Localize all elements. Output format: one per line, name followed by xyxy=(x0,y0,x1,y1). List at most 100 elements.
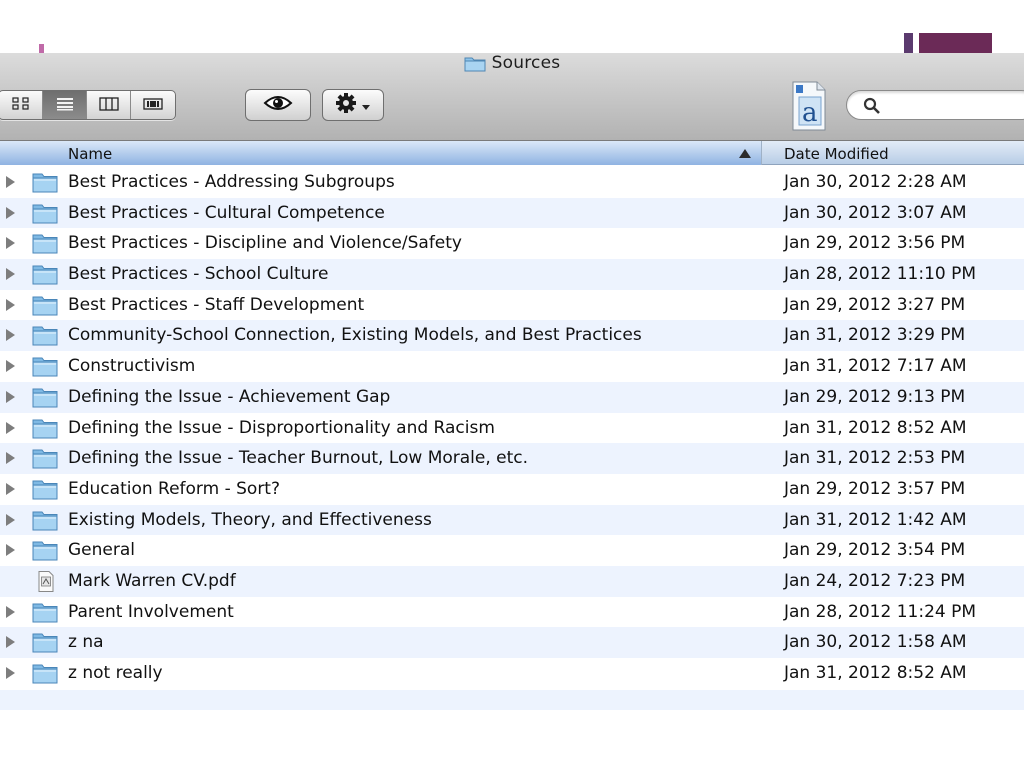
slide-accent-bar xyxy=(919,33,992,53)
file-name[interactable]: Best Practices - Staff Development xyxy=(68,295,364,315)
disclosure-triangle-icon[interactable] xyxy=(6,482,15,495)
file-date-modified: Jan 31, 2012 2:53 PM xyxy=(784,448,966,469)
disclosure-triangle-icon[interactable] xyxy=(6,237,15,250)
file-name[interactable]: z not really xyxy=(68,663,163,683)
action-menu-button[interactable] xyxy=(322,89,384,121)
file-row[interactable]: Constructivism Jan 31, 2012 7:17 AM xyxy=(0,351,1024,382)
file-date-modified: Jan 30, 2012 1:58 AM xyxy=(784,632,967,653)
file-date-modified: Jan 24, 2012 7:23 PM xyxy=(784,570,966,591)
file-row[interactable]: Parent Involvement Jan 28, 2012 11:24 PM xyxy=(0,596,1024,628)
file-date-modified: Jan 28, 2012 11:10 PM xyxy=(784,264,977,285)
folder-icon xyxy=(32,510,58,531)
disclosure-triangle-icon[interactable] xyxy=(6,176,15,188)
file-date-modified: Jan 29, 2012 9:13 PM xyxy=(784,386,966,407)
file-row[interactable]: Best Practices - School Culture Jan 28, 2… xyxy=(0,259,1024,290)
gear-icon xyxy=(335,92,357,118)
slide-plus-mark xyxy=(39,44,44,53)
coverflow-view-button[interactable] xyxy=(131,91,175,119)
file-row[interactable]: General Jan 29, 2012 3:54 PM xyxy=(0,535,1024,566)
file-date-modified: Jan 31, 2012 8:52 AM xyxy=(784,417,967,438)
file-row[interactable]: Best Practices - Addressing Subgroups Jan… xyxy=(0,167,1024,198)
file-date-modified: Jan 29, 2012 3:54 PM xyxy=(784,540,966,561)
file-name[interactable]: Defining the Issue - Achievement Gap xyxy=(68,387,390,407)
search-input[interactable] xyxy=(887,95,1017,115)
columns-icon xyxy=(98,96,119,115)
file-row[interactable]: Community-School Connection, Existing Mo… xyxy=(0,320,1024,352)
file-name[interactable]: Existing Models, Theory, and Effectivene… xyxy=(68,510,432,530)
file-name[interactable]: Constructivism xyxy=(68,356,195,376)
dictionary-icon[interactable]: a xyxy=(789,80,829,132)
file-date-modified: Jan 31, 2012 3:29 PM xyxy=(784,325,966,346)
column-view-button[interactable] xyxy=(87,91,131,119)
disclosure-triangle-icon[interactable] xyxy=(6,390,15,403)
list-view-button[interactable] xyxy=(43,91,87,119)
eye-icon xyxy=(263,94,293,116)
name-column-label: Name xyxy=(68,145,113,163)
disclosure-triangle-icon[interactable] xyxy=(6,636,15,649)
file-name[interactable]: Best Practices - Discipline and Violence… xyxy=(68,233,462,253)
disclosure-triangle-icon[interactable] xyxy=(6,667,15,679)
file-row[interactable]: Defining the Issue - Teacher Burnout, Lo… xyxy=(0,443,1024,474)
column-header: Name Date Modified xyxy=(0,141,1024,165)
search-field[interactable] xyxy=(846,90,1024,120)
file-name[interactable]: Best Practices - Cultural Competence xyxy=(68,203,385,223)
pdf-file-icon xyxy=(32,570,58,592)
file-name[interactable]: Parent Involvement xyxy=(68,602,234,622)
slide-accent-bar-thin xyxy=(904,33,913,53)
file-row[interactable]: Defining the Issue - Disproportionality … xyxy=(0,412,1024,444)
finder-window: Sources a Name Date Modified Best Practi… xyxy=(0,53,1024,713)
file-date-modified: Jan 31, 2012 1:42 AM xyxy=(784,509,967,530)
search-icon xyxy=(863,97,881,115)
date-modified-column-header[interactable]: Date Modified xyxy=(784,145,889,163)
folder-icon xyxy=(32,295,58,316)
file-name[interactable]: z na xyxy=(68,632,104,652)
file-name[interactable]: Best Practices - School Culture xyxy=(68,264,328,284)
file-name[interactable]: Defining the Issue - Disproportionality … xyxy=(68,418,495,438)
folder-icon xyxy=(464,55,486,72)
disclosure-triangle-icon[interactable] xyxy=(6,452,15,465)
file-list: Best Practices - Addressing Subgroups Jan… xyxy=(0,167,1024,689)
disclosure-triangle-icon[interactable] xyxy=(6,268,15,281)
file-name[interactable]: General xyxy=(68,540,135,560)
list-icon xyxy=(56,96,74,115)
disclosure-triangle-icon[interactable] xyxy=(6,329,15,342)
icon-view-button[interactable] xyxy=(0,91,43,119)
file-name[interactable]: Education Reform - Sort? xyxy=(68,479,280,499)
chevron-down-icon xyxy=(361,96,371,115)
folder-icon xyxy=(32,448,58,469)
disclosure-triangle-icon[interactable] xyxy=(6,605,15,618)
folder-icon xyxy=(32,632,58,653)
file-row[interactable]: z na Jan 30, 2012 1:58 AM xyxy=(0,627,1024,658)
name-column-header[interactable]: Name xyxy=(0,141,762,165)
file-row[interactable]: Existing Models, Theory, and Effectivene… xyxy=(0,504,1024,536)
file-name[interactable]: Mark Warren CV.pdf xyxy=(68,571,236,591)
grid-icon xyxy=(11,96,30,115)
list-empty-row xyxy=(0,690,1024,710)
disclosure-triangle-icon[interactable] xyxy=(6,360,15,373)
file-name[interactable]: Community-School Connection, Existing Mo… xyxy=(68,325,642,345)
file-row[interactable]: z not really Jan 31, 2012 8:52 AM xyxy=(0,658,1024,689)
file-row[interactable]: Mark Warren CV.pdf Jan 24, 2012 7:23 PM xyxy=(0,565,1024,597)
file-name[interactable]: Defining the Issue - Teacher Burnout, Lo… xyxy=(68,448,528,468)
disclosure-triangle-icon[interactable] xyxy=(6,298,15,311)
file-date-modified: Jan 30, 2012 3:07 AM xyxy=(784,202,967,223)
disclosure-triangle-icon[interactable] xyxy=(6,421,15,434)
folder-icon xyxy=(32,172,58,193)
folder-icon xyxy=(32,418,58,439)
file-row[interactable]: Best Practices - Discipline and Violence… xyxy=(0,228,1024,260)
file-row[interactable]: Best Practices - Cultural Competence Jan … xyxy=(0,197,1024,229)
file-row[interactable]: Best Practices - Staff Development Jan 29… xyxy=(0,289,1024,321)
file-row[interactable]: Education Reform - Sort? Jan 29, 2012 3:5… xyxy=(0,473,1024,505)
disclosure-triangle-icon[interactable] xyxy=(6,513,15,526)
folder-icon xyxy=(32,264,58,285)
file-row[interactable]: Defining the Issue - Achievement Gap Jan … xyxy=(0,381,1024,413)
folder-icon xyxy=(32,387,58,408)
folder-icon xyxy=(32,479,58,500)
file-date-modified: Jan 30, 2012 2:28 AM xyxy=(784,172,967,192)
folder-icon xyxy=(32,602,58,623)
folder-icon xyxy=(32,203,58,224)
file-name[interactable]: Best Practices - Addressing Subgroups xyxy=(68,172,395,192)
quick-look-button[interactable] xyxy=(245,89,311,121)
disclosure-triangle-icon[interactable] xyxy=(6,206,15,219)
disclosure-triangle-icon[interactable] xyxy=(6,544,15,557)
